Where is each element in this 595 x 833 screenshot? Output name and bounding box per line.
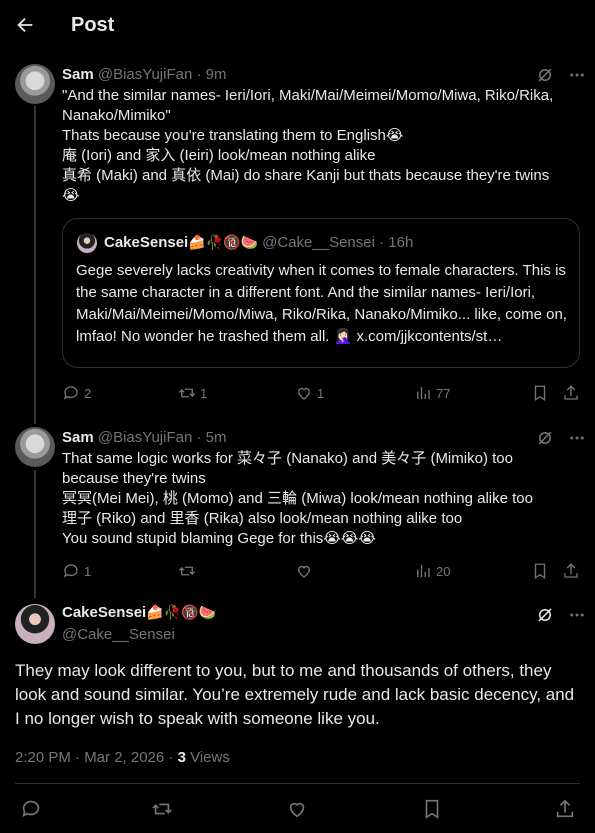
reply-count: 2: [84, 385, 92, 401]
author-handle[interactable]: @BiasYujiFan: [98, 429, 192, 446]
avatar[interactable]: [15, 604, 55, 644]
views-count: 3: [177, 749, 186, 766]
post-time[interactable]: 9m: [206, 66, 227, 83]
quoted-post[interactable]: CakeSensei🍰🥀🔞🍉 @Cake__Sensei · 16h Gege …: [62, 218, 580, 368]
bookmark-icon[interactable]: [421, 798, 443, 820]
views-label: Views: [185, 749, 230, 766]
reply1-header: Sam @BiasYujiFan · 9m: [62, 66, 227, 83]
views-icon: [417, 387, 430, 399]
reply2-actions: 1 20: [62, 562, 580, 586]
avatar[interactable]: [15, 427, 55, 467]
reply-button[interactable]: 2: [62, 384, 91, 402]
views-button[interactable]: 77: [414, 384, 450, 402]
reply-count: 1: [84, 563, 92, 579]
name-emojis: 🍰🥀🔞🍉: [188, 234, 258, 250]
author-name[interactable]: Sam: [62, 429, 94, 446]
thread-line: [34, 106, 36, 424]
views-count: 20: [436, 563, 451, 579]
post-time: 16h: [388, 234, 414, 251]
name-emojis: 🍰🥀🔞🍉: [146, 604, 216, 620]
bookmark-icon[interactable]: [531, 384, 549, 402]
like-icon[interactable]: [286, 798, 308, 820]
more-icon[interactable]: [568, 66, 586, 84]
quote-header: CakeSensei🍰🥀🔞🍉 @Cake__Sensei · 16h: [104, 234, 414, 251]
main-post-text: They may look different to you, but to m…: [15, 661, 575, 728]
avatar: [77, 233, 97, 253]
like-button[interactable]: [295, 562, 317, 580]
share-icon[interactable]: [562, 384, 580, 402]
grok-icon[interactable]: [536, 66, 554, 84]
repost-button[interactable]: 1: [178, 384, 207, 402]
avatar[interactable]: [15, 64, 55, 104]
reply1-actions: 2 1 1 77: [62, 384, 580, 408]
like-count: 1: [317, 385, 325, 401]
grok-icon[interactable]: [536, 606, 554, 624]
tweet-text: That same logic works for 菜々子 (Nanako) a…: [62, 450, 533, 547]
tweet-text: "And the similar names- Ieri/Iori, Maki/…: [62, 87, 554, 204]
bookmark-icon[interactable]: [531, 562, 549, 580]
post-time[interactable]: 5m: [206, 429, 227, 446]
like-button[interactable]: 1: [295, 384, 324, 402]
repost-count: 1: [200, 385, 208, 401]
author-name[interactable]: Sam: [62, 66, 94, 83]
author-name[interactable]: CakeSensei: [62, 604, 146, 621]
reply1-top-icons: [536, 66, 586, 84]
author-handle[interactable]: @Cake__Sensei: [62, 626, 175, 643]
reply-icon[interactable]: [20, 798, 42, 820]
author-handle: @Cake__Sensei: [262, 234, 375, 251]
more-icon[interactable]: [568, 606, 586, 624]
reply-button[interactable]: 1: [62, 562, 91, 580]
main-author-name-row: CakeSensei🍰🥀🔞🍉: [62, 604, 216, 621]
post-timestamp: 2:20 PM · Mar 2, 2026 · 3 Views: [15, 749, 230, 766]
repost-icon: [179, 388, 195, 398]
timestamp-text[interactable]: 2:20 PM · Mar 2, 2026 ·: [15, 749, 178, 766]
main-actions: [0, 798, 595, 822]
share-icon[interactable]: [562, 562, 580, 580]
like-icon: [298, 565, 310, 578]
author-handle[interactable]: @BiasYujiFan: [98, 66, 192, 83]
views-button[interactable]: 20: [414, 562, 450, 580]
reply-icon: [63, 386, 78, 400]
like-icon: [298, 387, 310, 400]
grok-icon[interactable]: [536, 429, 554, 447]
page-title: Post: [71, 14, 115, 36]
divider: [15, 783, 580, 784]
reply2-top-icons: [536, 429, 586, 447]
repost-button[interactable]: [178, 562, 200, 580]
back-arrow-icon[interactable]: [14, 14, 36, 36]
reply2-header: Sam @BiasYujiFan · 5m: [62, 429, 227, 446]
top-bar: Post: [0, 0, 595, 52]
views-icon: [417, 565, 430, 577]
repost-icon: [179, 566, 195, 576]
views-count: 77: [436, 385, 451, 401]
thread-line: [34, 470, 36, 598]
main-top-icons: [536, 606, 586, 624]
share-icon[interactable]: [554, 798, 576, 820]
repost-icon[interactable]: [151, 798, 173, 820]
more-icon[interactable]: [568, 429, 586, 447]
reply-icon: [63, 564, 78, 578]
author-name: CakeSensei: [104, 234, 189, 251]
quote-text: Gege severely lacks creativity when it c…: [76, 262, 567, 345]
